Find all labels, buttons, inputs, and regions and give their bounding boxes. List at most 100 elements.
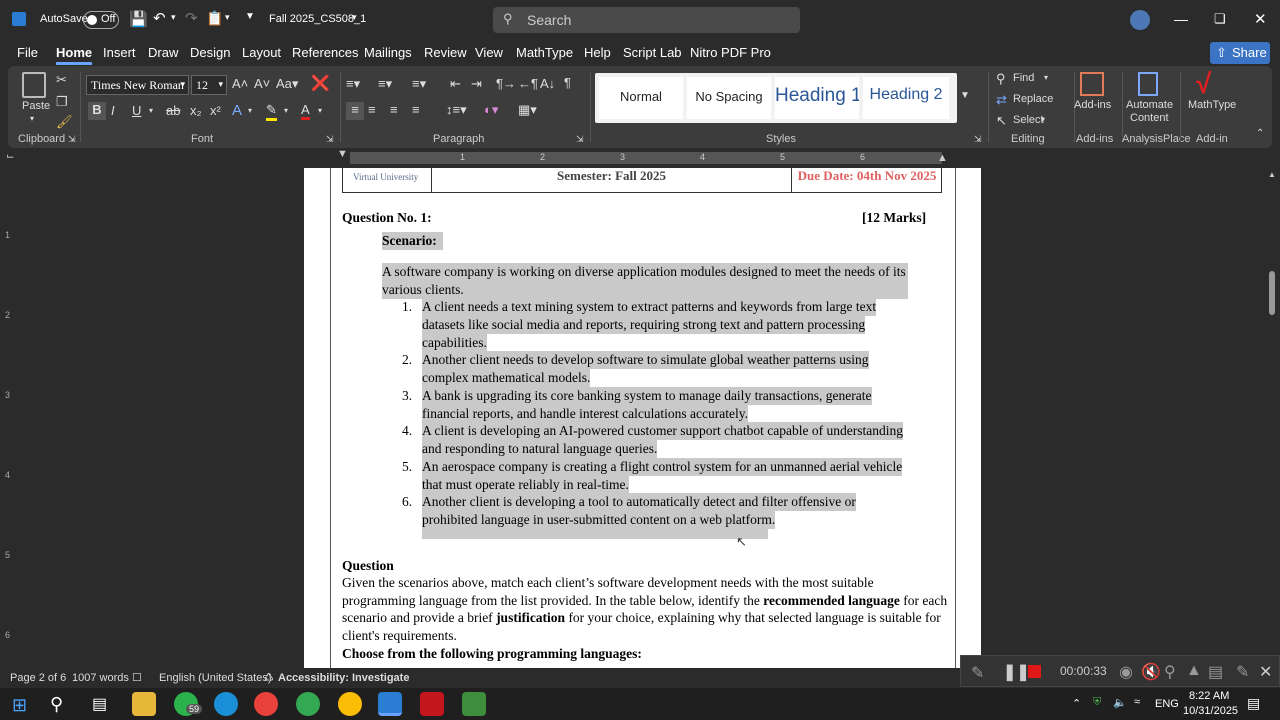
minimize-icon[interactable]: — — [1174, 11, 1188, 27]
italic-icon[interactable]: I — [111, 103, 115, 118]
windows-start-icon[interactable]: ⊞ — [12, 695, 27, 716]
word-count[interactable]: 1007 words — [72, 672, 129, 684]
volume-icon[interactable]: 🔈 — [1113, 696, 1127, 709]
tab-nitro-pdf[interactable]: Nitro PDF Pro — [690, 45, 771, 60]
chevron-down-icon[interactable]: ▾ — [1041, 115, 1045, 124]
list-item-line[interactable]: Another client needs to develop software… — [422, 351, 869, 369]
add-ins-button[interactable]: Add-ins — [1074, 99, 1111, 111]
language-status[interactable]: English (United States) — [159, 672, 272, 684]
increase-indent-icon[interactable]: ⇥ — [471, 76, 482, 92]
numbering-icon[interactable]: ≡▾ — [378, 76, 392, 92]
tab-view[interactable]: View — [475, 45, 503, 60]
dialog-launcher-icon[interactable]: ⇲ — [974, 134, 982, 145]
list-item-line[interactable]: that must operate reliably in real-time. — [422, 476, 629, 494]
tab-insert[interactable]: Insert — [103, 45, 136, 60]
autosave-toggle[interactable]: Off — [83, 11, 119, 29]
underline-icon[interactable]: U — [132, 103, 141, 118]
rtl-icon[interactable]: ←¶ — [518, 76, 538, 91]
stop-icon[interactable] — [1028, 665, 1041, 678]
grow-font-icon[interactable]: A˄ — [232, 76, 248, 91]
style-normal[interactable]: Normal — [599, 77, 683, 119]
automate-content-icon[interactable] — [1138, 72, 1158, 96]
chrome-icon[interactable] — [254, 692, 278, 716]
cut-icon[interactable]: ✂ — [56, 72, 67, 88]
mathtype-icon[interactable]: √ — [1196, 68, 1211, 100]
search-icon[interactable]: ⚲ — [50, 694, 63, 715]
paste-icon[interactable] — [22, 72, 46, 98]
multilevel-list-icon[interactable]: ≡▾ — [412, 76, 426, 92]
justify-icon[interactable]: ≡ — [412, 102, 420, 117]
list-item-line[interactable]: A bank is upgrading its core banking sys… — [422, 387, 872, 405]
word-taskbar-icon[interactable] — [378, 692, 402, 716]
show-formatting-icon[interactable]: ¶ — [564, 75, 571, 90]
decrease-indent-icon[interactable]: ⇤ — [450, 76, 461, 92]
edit-icon[interactable]: ✎ — [1236, 662, 1249, 682]
automate-content-line2[interactable]: Content — [1130, 112, 1169, 124]
font-name-field[interactable]: Times New Roman ▾ — [86, 75, 189, 95]
style-heading-2[interactable]: Heading 2 — [863, 77, 949, 119]
align-left-icon[interactable]: ≡ — [346, 102, 364, 120]
list-item-line[interactable]: complex mathematical models. — [422, 369, 591, 387]
format-painter-icon[interactable]: 🖌 — [56, 114, 73, 130]
avatar[interactable] — [1130, 10, 1150, 30]
style-no-spacing[interactable]: No Spacing — [687, 77, 771, 119]
tab-mailings[interactable]: Mailings — [364, 45, 412, 60]
chrome-profile-icon[interactable] — [296, 692, 320, 716]
tab-references[interactable]: References — [292, 45, 358, 60]
sort-icon[interactable]: A↓ — [540, 76, 555, 91]
dialog-launcher-icon[interactable]: ⇲ — [326, 134, 334, 145]
save-icon[interactable]: 💾 — [129, 10, 148, 28]
line-spacing-icon[interactable]: ↕≡▾ — [446, 102, 467, 118]
camera-icon[interactable]: ◉ — [1119, 662, 1133, 682]
document-canvas[interactable]: Virtual University Semester: Fall 2025 D… — [18, 168, 1264, 668]
customize-toolbar-icon[interactable]: ▼ — [245, 11, 255, 22]
language-indicator[interactable]: ENG — [1155, 698, 1179, 710]
share-button[interactable]: ⇧ Share — [1210, 42, 1270, 64]
chrome-profile-2-icon[interactable] — [338, 692, 362, 716]
tab-design[interactable]: Design — [190, 45, 230, 60]
tab-layout[interactable]: Layout — [242, 45, 281, 60]
chat-icon[interactable]: ▤ — [1208, 662, 1223, 682]
vertical-scrollbar[interactable]: ▲ — [1264, 168, 1280, 668]
find-button[interactable]: Find — [1013, 72, 1034, 84]
recorder-taskbar-icon[interactable] — [420, 692, 444, 716]
tab-help[interactable]: Help — [584, 45, 611, 60]
list-item-line[interactable]: A client needs a text mining system to e… — [422, 298, 877, 316]
chevron-down-icon[interactable]: ▾ — [248, 106, 252, 115]
close-icon[interactable]: ✕ — [1259, 662, 1272, 682]
scenario-intro[interactable]: A software company is working on diverse… — [382, 263, 908, 299]
scrollbar-thumb[interactable] — [1269, 271, 1275, 315]
maximize-icon[interactable]: ❏ — [1214, 11, 1226, 27]
pause-icon[interactable]: ❚❚ — [1003, 662, 1030, 682]
borders-icon[interactable]: ▦▾ — [518, 102, 537, 118]
list-item-line[interactable]: Another client is developing a tool to a… — [422, 493, 856, 511]
font-size-field[interactable]: 12 ▾ — [191, 75, 227, 95]
align-center-icon[interactable]: ≡ — [368, 102, 376, 117]
wifi-icon[interactable]: ≈ — [1134, 696, 1140, 708]
warning-icon[interactable]: ▲ — [1186, 662, 1202, 680]
select-icon[interactable]: ↖ — [996, 113, 1007, 129]
style-heading-1[interactable]: Heading 1 — [775, 77, 859, 119]
tab-script-lab[interactable]: Script Lab — [623, 45, 682, 60]
list-item-line[interactable]: A client is developing an AI-powered cus… — [422, 422, 903, 440]
edge-icon[interactable] — [214, 692, 238, 716]
tab-mathtype[interactable]: MathType — [516, 45, 573, 60]
copy-icon[interactable]: ❐ — [56, 94, 68, 110]
security-icon[interactable]: ⛨ — [1093, 696, 1101, 709]
tab-file[interactable]: File — [17, 45, 38, 60]
change-case-icon[interactable]: Aa▾ — [276, 76, 298, 92]
dialog-launcher-icon[interactable]: ⇲ — [68, 134, 76, 145]
find-icon[interactable]: ⚲ — [996, 71, 1006, 87]
page-count[interactable]: Page 2 of 6 — [10, 672, 66, 684]
mute-icon[interactable]: 🔇 — [1141, 662, 1161, 682]
ltr-icon[interactable]: ¶→ — [496, 76, 516, 91]
tray-overflow-icon[interactable]: ⌃ — [1072, 697, 1081, 710]
chevron-down-icon[interactable]: ▾ — [318, 106, 322, 115]
file-explorer-icon[interactable] — [132, 692, 156, 716]
close-icon[interactable]: ✕ — [1254, 10, 1267, 28]
chevron-down-icon[interactable]: ▾ — [171, 12, 176, 23]
chevron-down-icon[interactable]: ▾ — [149, 106, 153, 115]
ruler-track[interactable] — [350, 152, 942, 164]
chart-app-icon[interactable] — [462, 692, 486, 716]
align-right-icon[interactable]: ≡ — [390, 102, 398, 117]
